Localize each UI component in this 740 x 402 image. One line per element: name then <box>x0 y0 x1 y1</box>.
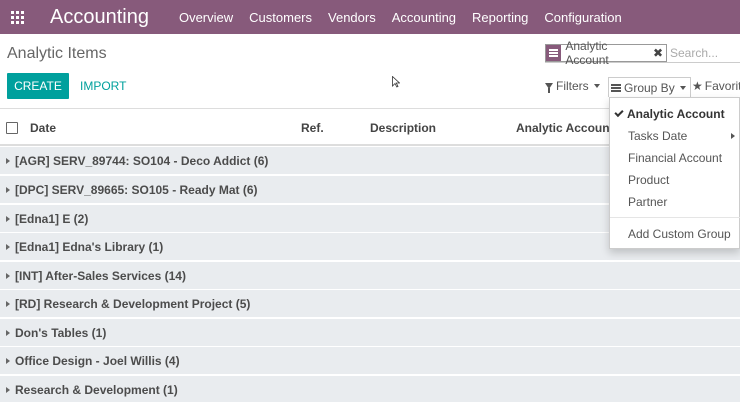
caret-down-icon <box>679 85 686 90</box>
caret-right-icon <box>6 272 10 279</box>
caret-right-icon <box>6 329 10 336</box>
filters-label: Filters <box>556 79 589 93</box>
option-label: Product <box>628 173 670 187</box>
group-label: [DPC] SERV_89665: SO105 - Ready Mat (6) <box>15 182 258 197</box>
caret-right-icon <box>6 386 10 393</box>
group-by-dropdown: Analytic Account Tasks Date Financial Ac… <box>609 97 740 249</box>
groupby-option-tasks-date[interactable]: Tasks Date <box>610 126 740 146</box>
column-ref[interactable]: Ref. <box>301 121 324 135</box>
filters-button[interactable]: Filters <box>545 79 600 93</box>
search-input[interactable] <box>670 45 740 60</box>
menu-vendors[interactable]: Vendors <box>328 10 376 25</box>
add-custom-group-button[interactable]: Add Custom Group <box>610 224 740 244</box>
groupby-option-product[interactable]: Product <box>610 170 740 190</box>
apps-grid-icon[interactable] <box>0 0 34 34</box>
caret-right-icon <box>6 300 10 307</box>
caret-right-icon <box>731 133 735 139</box>
caret-right-icon <box>6 243 10 250</box>
option-label: Tasks Date <box>628 129 688 143</box>
group-label: Research & Development (1) <box>15 382 178 397</box>
group-by-label: Group By <box>624 80 675 95</box>
checkmark-icon <box>614 107 624 118</box>
menu-customers[interactable]: Customers <box>249 10 312 25</box>
group-label: [INT] After-Sales Services (14) <box>15 268 186 283</box>
group-by-button[interactable]: Group By <box>608 77 691 97</box>
groupby-option-partner[interactable]: Partner <box>610 192 740 212</box>
facet-label: Analytic Account <box>565 38 609 67</box>
menu-configuration[interactable]: Configuration <box>544 10 621 25</box>
page-title: Analytic Items <box>7 45 107 62</box>
caret-right-icon <box>6 215 10 222</box>
group-row[interactable]: Research & Development (1) <box>0 376 740 402</box>
option-label: Add Custom Group <box>628 227 731 241</box>
group-row[interactable]: [INT] After-Sales Services (14) <box>0 262 740 290</box>
menu-accounting[interactable]: Accounting <box>392 10 456 25</box>
option-label: Partner <box>628 195 668 209</box>
group-label: Office Design - Joel Willis (4) <box>15 353 180 368</box>
group-row[interactable]: [RD] Research & Development Project (5) <box>0 290 740 318</box>
group-label: [Edna1] E (2) <box>15 211 89 226</box>
import-button[interactable]: IMPORT <box>80 79 126 93</box>
mouse-cursor-icon <box>392 76 400 88</box>
group-label: Don's Tables (1) <box>15 325 107 340</box>
facet-close-icon[interactable]: ✖ <box>653 46 666 60</box>
group-label: [AGR] SERV_89744: SO104 - Deco Addict (6… <box>15 153 269 168</box>
favorites-label: Favorites <box>704 79 740 93</box>
caret-right-icon <box>6 357 10 364</box>
menu-overview[interactable]: Overview <box>179 10 233 25</box>
caret-right-icon <box>6 186 10 193</box>
caret-right-icon <box>6 157 10 164</box>
group-row[interactable]: Office Design - Joel Willis (4) <box>0 347 740 375</box>
column-description[interactable]: Description <box>370 121 436 135</box>
group-label: [RD] Research & Development Project (5) <box>15 296 251 311</box>
search-facet: Analytic Account ✖ <box>545 39 667 67</box>
group-label: [Edna1] Edna's Library (1) <box>15 239 164 254</box>
filter-icon <box>545 83 553 93</box>
menu-reporting[interactable]: Reporting <box>472 10 528 25</box>
group-by-facet-icon <box>546 44 562 61</box>
caret-down-icon <box>593 84 600 88</box>
app-title[interactable]: Accounting <box>50 6 149 29</box>
option-label: Financial Account <box>628 151 723 165</box>
top-navbar: Accounting Overview Customers Vendors Ac… <box>0 0 740 34</box>
groupby-option-financial-account[interactable]: Financial Account <box>610 148 740 168</box>
group-row[interactable]: Don's Tables (1) <box>0 319 740 347</box>
star-icon: ★ <box>692 79 703 93</box>
option-label: Analytic Account <box>627 107 725 121</box>
column-analytic-account[interactable]: Analytic Account <box>516 121 614 135</box>
favorites-button[interactable]: ★ Favorites <box>692 79 740 93</box>
group-by-icon <box>611 83 621 92</box>
dropdown-divider <box>610 217 740 218</box>
column-date[interactable]: Date <box>30 121 56 135</box>
create-button[interactable]: CREATE <box>7 73 69 99</box>
groupby-option-analytic-account[interactable]: Analytic Account <box>610 104 740 124</box>
select-all-checkbox[interactable] <box>6 122 18 134</box>
search-bar: Analytic Account ✖ <box>545 39 740 67</box>
